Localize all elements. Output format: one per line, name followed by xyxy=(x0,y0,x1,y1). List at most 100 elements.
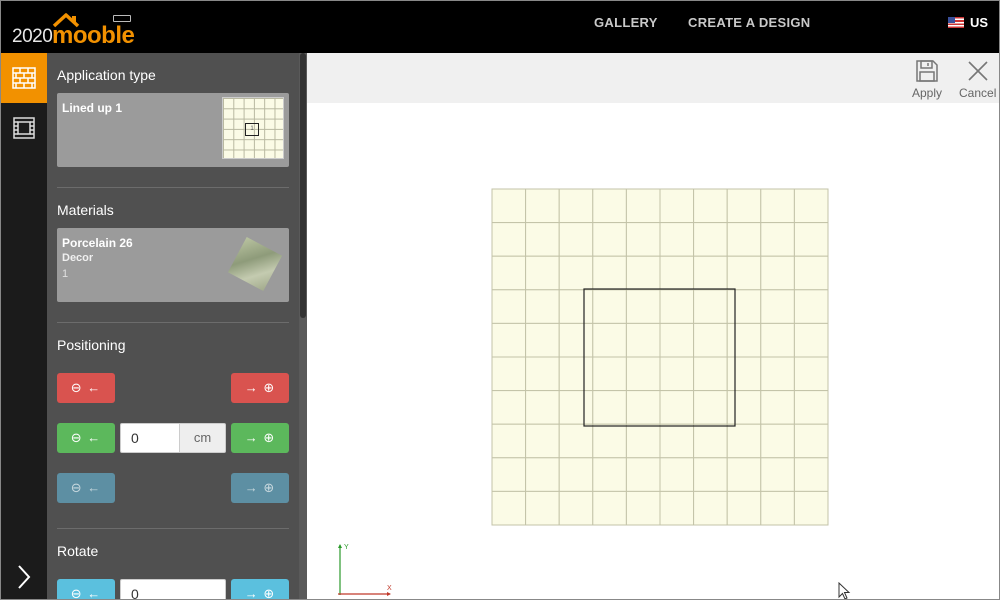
tile[interactable] xyxy=(693,188,728,224)
tile[interactable] xyxy=(592,457,627,492)
add-right-button[interactable]: → ⊕ xyxy=(231,373,289,403)
remove-left-button[interactable]: ⊖ ← xyxy=(57,373,115,403)
tile[interactable] xyxy=(793,390,829,425)
tile[interactable] xyxy=(625,356,661,392)
tile[interactable] xyxy=(558,457,594,492)
tile[interactable] xyxy=(793,289,829,324)
tile[interactable] xyxy=(625,322,661,358)
tile[interactable] xyxy=(491,390,527,425)
tile[interactable] xyxy=(659,356,695,392)
tile[interactable] xyxy=(592,356,627,392)
tile[interactable] xyxy=(659,255,695,291)
tile[interactable] xyxy=(760,490,795,526)
tile[interactable] xyxy=(491,289,527,324)
tile[interactable] xyxy=(592,322,627,358)
tile[interactable] xyxy=(659,423,695,459)
tile[interactable] xyxy=(793,457,829,492)
tile[interactable] xyxy=(592,222,627,257)
material-card[interactable]: Porcelain 26 Decor 1 xyxy=(57,228,289,302)
move-right-button[interactable]: → ⊕ xyxy=(231,473,289,503)
tile[interactable] xyxy=(592,390,627,425)
apply-button[interactable]: Apply xyxy=(912,59,942,100)
tile[interactable] xyxy=(525,356,560,392)
tile[interactable] xyxy=(659,390,695,425)
tile[interactable] xyxy=(659,457,695,492)
tile[interactable] xyxy=(726,356,762,392)
tile[interactable] xyxy=(592,289,627,324)
tile[interactable] xyxy=(525,490,560,526)
tile[interactable] xyxy=(693,222,728,257)
tile[interactable] xyxy=(491,222,527,257)
tile[interactable] xyxy=(760,255,795,291)
tile[interactable] xyxy=(693,356,728,392)
tile[interactable] xyxy=(693,490,728,526)
tile[interactable] xyxy=(726,222,762,257)
design-canvas[interactable]: Y X xyxy=(307,103,1000,600)
tile[interactable] xyxy=(693,289,728,324)
tile[interactable] xyxy=(491,322,527,358)
tile[interactable] xyxy=(760,356,795,392)
tile[interactable] xyxy=(793,423,829,459)
tile[interactable] xyxy=(592,490,627,526)
tile[interactable] xyxy=(793,188,829,224)
rail-tiles-button[interactable] xyxy=(0,53,47,103)
tile[interactable] xyxy=(760,423,795,459)
tile[interactable] xyxy=(491,255,527,291)
tile[interactable] xyxy=(491,188,527,224)
move-left-button[interactable]: ⊖ ← xyxy=(57,473,115,503)
panel-scrollbar[interactable] xyxy=(299,53,307,600)
offset-input[interactable]: 0 xyxy=(120,423,180,453)
tile[interactable] xyxy=(760,188,795,224)
tile[interactable] xyxy=(625,423,661,459)
nav-gallery[interactable]: GALLERY xyxy=(594,15,658,30)
tile[interactable] xyxy=(726,490,762,526)
tile[interactable] xyxy=(625,222,661,257)
tile[interactable] xyxy=(726,390,762,425)
tile[interactable] xyxy=(558,356,594,392)
tile[interactable] xyxy=(659,188,695,224)
tile[interactable] xyxy=(558,188,594,224)
tile[interactable] xyxy=(659,490,695,526)
tile[interactable] xyxy=(525,322,560,358)
tile[interactable] xyxy=(726,188,762,224)
tile[interactable] xyxy=(592,255,627,291)
tile[interactable] xyxy=(558,390,594,425)
tile[interactable] xyxy=(558,222,594,257)
application-type-card[interactable]: Lined up 1 1 xyxy=(57,93,289,167)
tile[interactable] xyxy=(558,423,594,459)
tile[interactable] xyxy=(659,222,695,257)
tile[interactable] xyxy=(793,356,829,392)
tile[interactable] xyxy=(693,390,728,425)
tile[interactable] xyxy=(525,390,560,425)
rotate-input[interactable]: 0 xyxy=(120,579,226,600)
tile[interactable] xyxy=(760,289,795,324)
tile[interactable] xyxy=(726,322,762,358)
tile[interactable] xyxy=(693,322,728,358)
tile[interactable] xyxy=(760,457,795,492)
tile[interactable] xyxy=(625,457,661,492)
tile[interactable] xyxy=(558,490,594,526)
tile[interactable] xyxy=(491,356,527,392)
tile[interactable] xyxy=(525,222,560,257)
tile[interactable] xyxy=(760,222,795,257)
tile[interactable] xyxy=(525,457,560,492)
tile[interactable] xyxy=(525,289,560,324)
tile[interactable] xyxy=(693,255,728,291)
tile[interactable] xyxy=(625,390,661,425)
tile[interactable] xyxy=(726,255,762,291)
rotate-right-button[interactable]: → ⊕ xyxy=(231,579,289,600)
tile[interactable] xyxy=(760,322,795,358)
logo[interactable]: 2020 mooble xyxy=(12,10,135,49)
cancel-button[interactable]: Cancel xyxy=(959,59,996,100)
tile[interactable] xyxy=(726,289,762,324)
shift-left-button[interactable]: ⊖ ← xyxy=(57,423,115,453)
rail-frame-button[interactable] xyxy=(0,103,47,153)
rotate-left-button[interactable]: ⊖ ← xyxy=(57,579,115,600)
tile[interactable] xyxy=(525,255,560,291)
tile[interactable] xyxy=(625,490,661,526)
shift-right-button[interactable]: → ⊕ xyxy=(231,423,289,453)
tile[interactable] xyxy=(625,188,661,224)
tile[interactable] xyxy=(726,423,762,459)
tile[interactable] xyxy=(625,289,661,324)
tile[interactable] xyxy=(693,457,728,492)
